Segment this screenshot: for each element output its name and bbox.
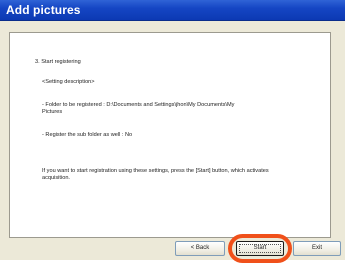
step-heading: 3. Start registering <box>35 59 81 65</box>
content-panel: 3. Start registering <Setting descriptio… <box>9 32 331 238</box>
subfolder-option-text: - Register the sub folder as well : No <box>42 132 133 138</box>
setting-description-label: <Setting description> <box>42 79 95 85</box>
instruction-text: If you want to start registration using … <box>42 168 269 181</box>
title-bar: Add pictures <box>0 0 345 21</box>
folder-to-register-text: - Folder to be registered : D:\Documents… <box>42 102 235 115</box>
highlight-circle <box>228 234 292 263</box>
back-button[interactable]: < Back <box>175 241 225 256</box>
exit-button[interactable]: Exit <box>293 241 341 256</box>
dialog-body: 3. Start registering <Setting descriptio… <box>0 21 345 260</box>
window-title: Add pictures <box>6 3 81 17</box>
